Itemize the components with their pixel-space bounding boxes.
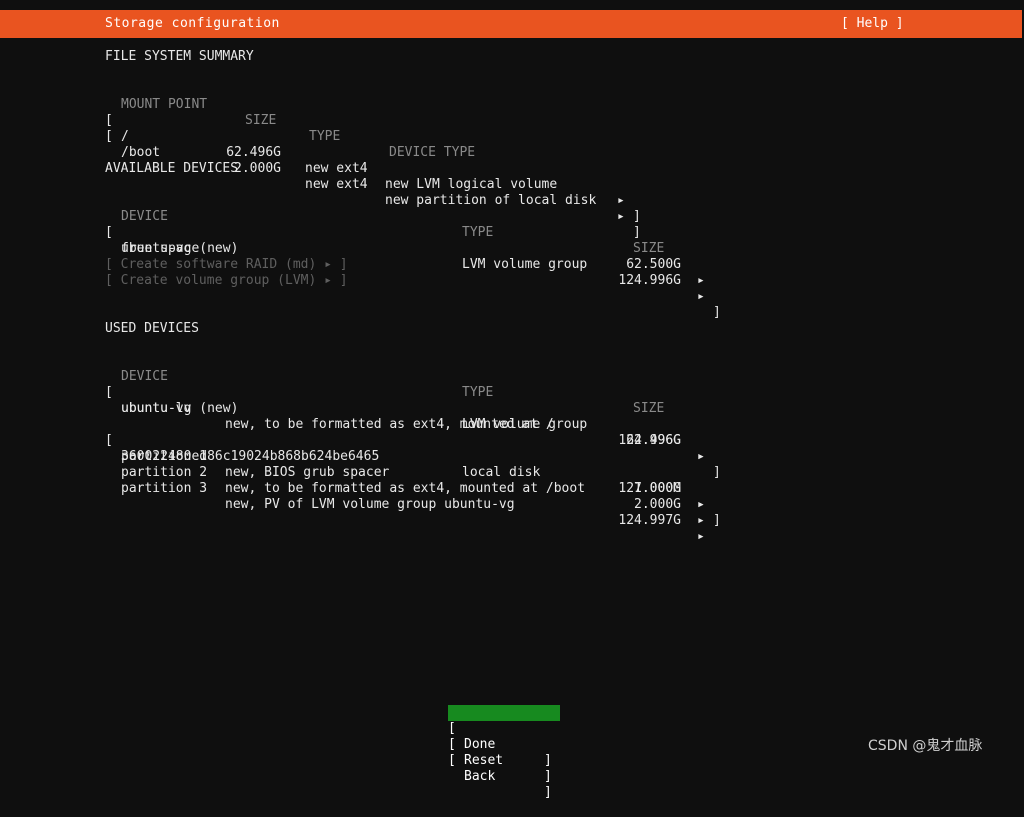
used-devices-heading: USED DEVICES	[105, 321, 199, 336]
list-item[interactable]: partition 2 new, to be formatted as ext4…	[0, 449, 1024, 528]
size-value: 2.000G	[634, 497, 681, 512]
fs-column-headers: MOUNT POINT SIZE TYPE DEVICE TYPE	[0, 81, 1024, 160]
list-item[interactable]: partition 3 new, PV of LVM volume group …	[0, 465, 1024, 544]
create-volume-group-button[interactable]: [ Create volume group (LVM) ▸ ]	[105, 273, 348, 289]
back-button[interactable]: [ Back ]	[448, 737, 560, 800]
done-button[interactable]: [ Done ]	[448, 705, 560, 768]
device-name: free space	[121, 241, 200, 256]
chevron-right-icon[interactable]: ▸	[697, 289, 705, 305]
button-bracket-right: ]	[544, 785, 552, 800]
title-bar: Storage configuration [ Help ]	[0, 10, 1022, 38]
watermark: CSDN @鬼才血脉	[868, 738, 983, 754]
partition-description: new, PV of LVM volume group ubuntu-vg	[225, 497, 515, 512]
page-title: Storage configuration	[105, 16, 280, 31]
row-bracket-left: [	[105, 129, 113, 144]
action-buttons: [ Done ] [ Reset ] [ Back ]	[448, 705, 560, 800]
type-value: new ext4	[305, 161, 368, 176]
row-bracket-right: ]	[713, 305, 721, 320]
type-value: new ext4	[305, 177, 368, 192]
available-devices-column-headers: DEVICE TYPE SIZE	[0, 193, 1024, 256]
table-row[interactable]: [ / 62.496G new ext4 new LVM logical vol…	[0, 97, 1024, 224]
available-devices-heading: AVAILABLE DEVICES	[105, 161, 239, 176]
chevron-right-icon[interactable]: ▸	[697, 273, 705, 289]
chevron-right-icon[interactable]: ▸	[697, 513, 705, 529]
help-button[interactable]: [ Help ]	[841, 16, 904, 32]
table-row[interactable]: [ ubuntu-vg (new) LVM volume group 124.9…	[0, 209, 1024, 320]
column-header-device-type: DEVICE TYPE	[389, 145, 476, 160]
table-row[interactable]: free space 62.500G ▸	[0, 225, 1024, 288]
chevron-right-icon[interactable]: ▸	[697, 497, 705, 513]
column-header-size: SIZE	[633, 241, 665, 256]
mount-point-value: /boot	[121, 145, 161, 160]
table-row[interactable]: [ 360022480ed86c19024b868b624be6465 loca…	[0, 417, 1024, 528]
chevron-right-icon[interactable]: ▸	[697, 529, 705, 545]
reset-button[interactable]: [ Reset ]	[448, 721, 560, 784]
back-button-label: Back	[464, 769, 496, 784]
partition-name: partition 3	[121, 481, 208, 496]
table-row[interactable]: [ ubuntu-vg (new) LVM volume group 124.9…	[0, 369, 1024, 480]
partition-description: new, to be formatted as ext4, mounted at…	[225, 481, 586, 496]
device-type-value: new LVM logical volume	[385, 177, 558, 192]
list-item[interactable]: partition 1 new, BIOS grub spacer 1.000M…	[0, 433, 1024, 512]
row-bracket-right: ]	[713, 513, 721, 528]
mount-point-value: /	[121, 129, 129, 144]
size-value: 62.500G	[626, 257, 681, 272]
installer-screen: Storage configuration [ Help ] FILE SYST…	[0, 0, 1024, 800]
size-value: 62.496G	[226, 145, 281, 160]
button-bracket-right: ]	[544, 769, 552, 784]
column-header-type: TYPE	[309, 129, 341, 144]
used-devices-column-headers: DEVICE TYPE SIZE	[0, 353, 1024, 416]
create-software-raid-button[interactable]: [ Create software RAID (md) ▸ ]	[105, 257, 348, 273]
list-item[interactable]: ubuntu-lv new, to be formatted as ext4, …	[0, 385, 1024, 464]
file-system-summary-heading: FILE SYSTEM SUMMARY	[105, 49, 254, 64]
button-bracket-right: ]	[544, 753, 552, 768]
size-value: 124.997G	[618, 513, 681, 528]
column-header-size: SIZE	[633, 401, 665, 416]
size-value: 124.996G	[618, 273, 681, 288]
button-bracket-left: [	[448, 753, 456, 768]
table-row[interactable]: [ /boot 2.000G new ext4 new partition of…	[0, 113, 1024, 240]
partition-name: ubuntu-lv	[121, 401, 192, 416]
